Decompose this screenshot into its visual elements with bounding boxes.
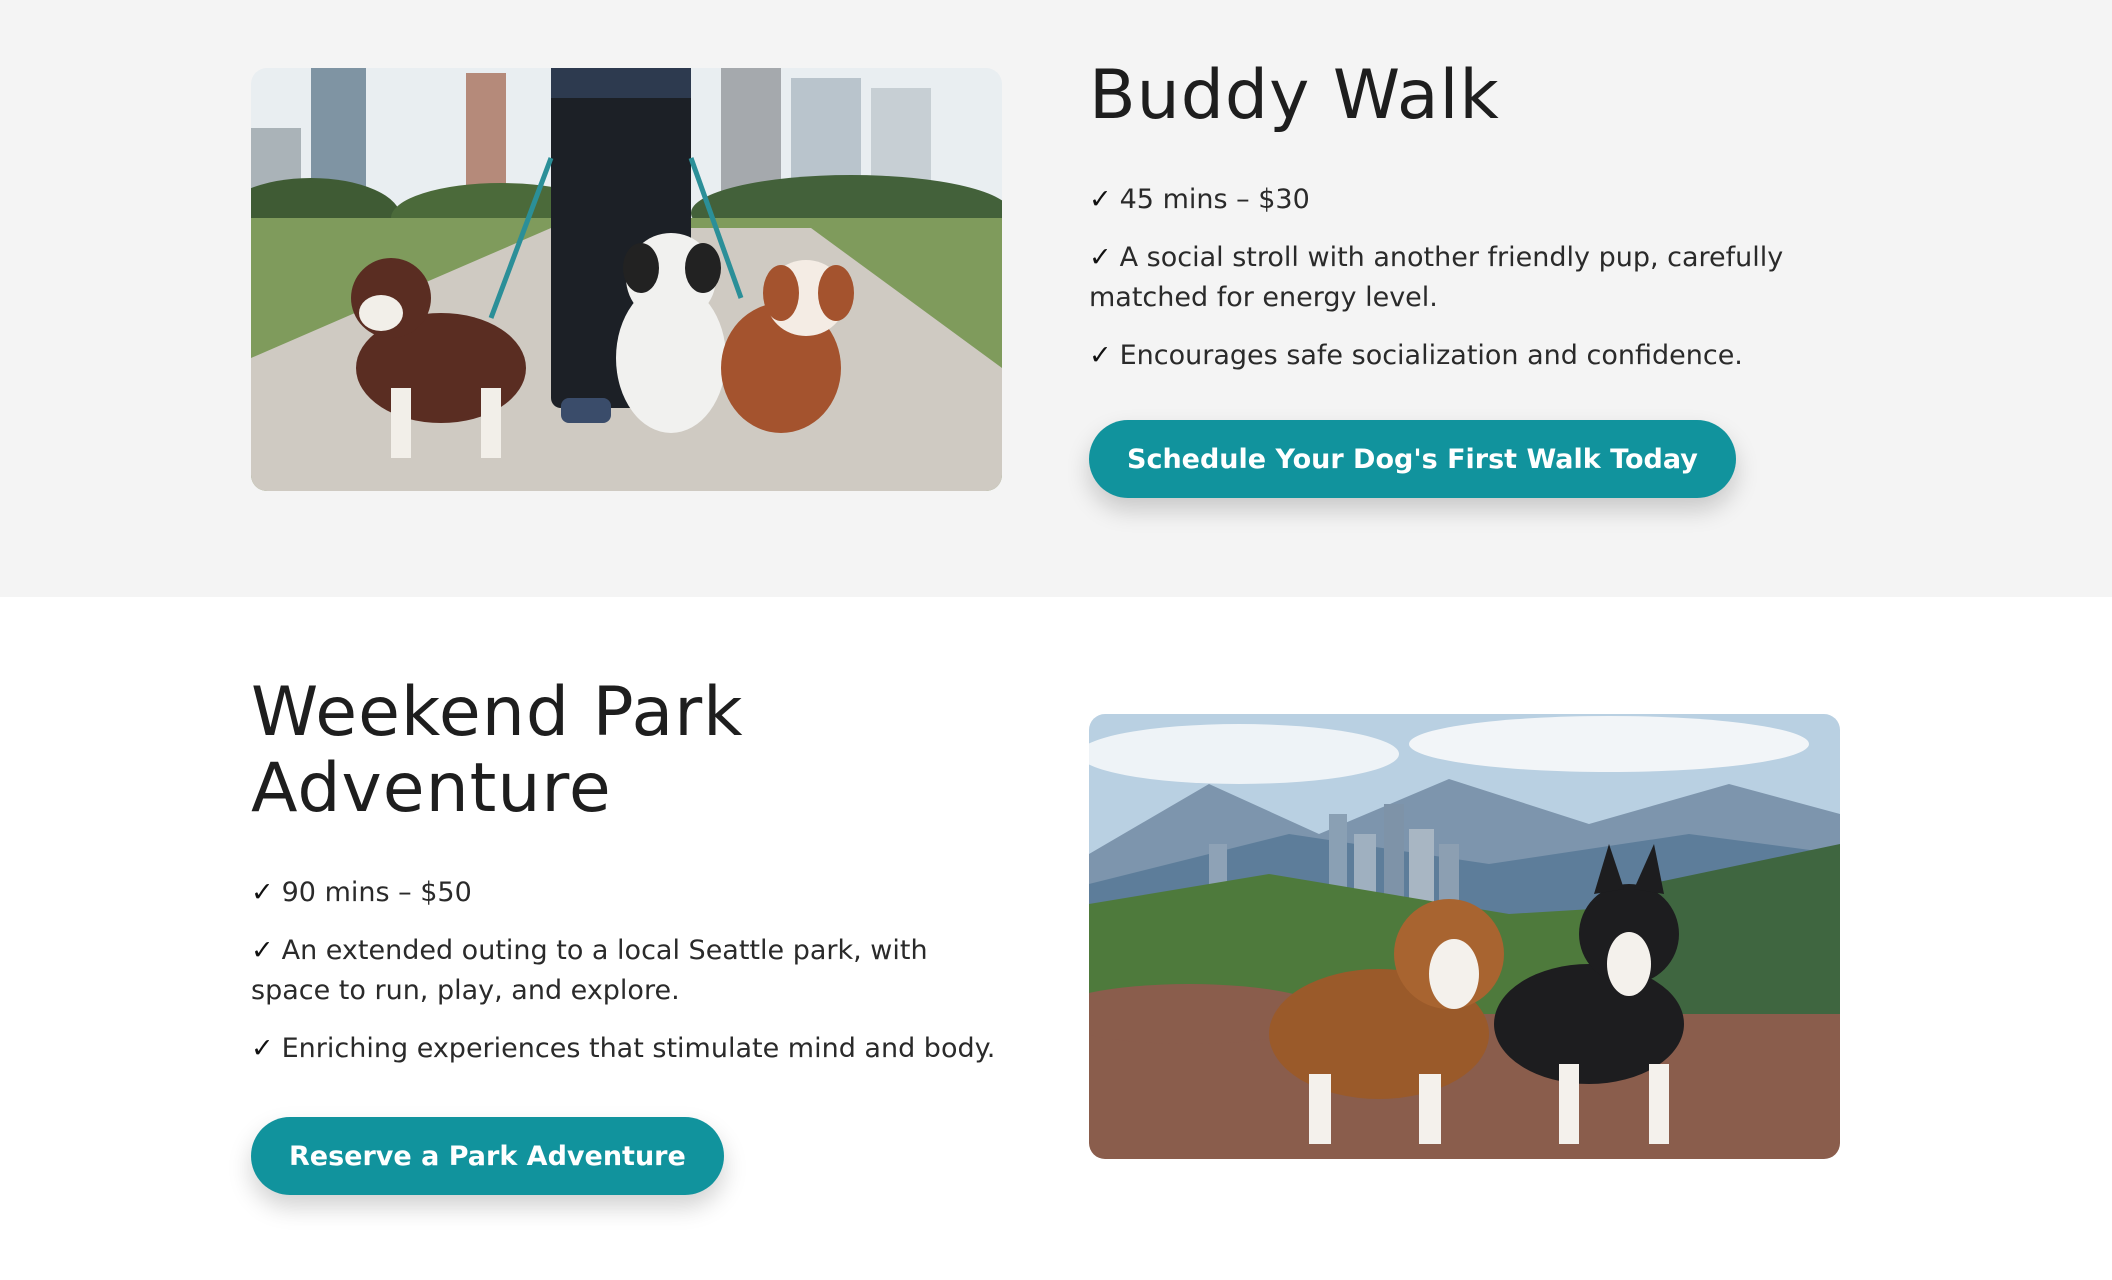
feature-item: ✓ 90 mins – $50 [251, 877, 472, 908]
park-adventure-features: ✓ 90 mins – $50 ✓ An extended outing to a … [251, 873, 1011, 1087]
feature-item: ✓ A social stroll with another friendly p… [1089, 242, 1784, 313]
park-adventure-title: Weekend Park Adventure [251, 673, 744, 828]
check-icon: ✓ [251, 1033, 274, 1064]
park-adventure-photo [1089, 714, 1840, 1159]
reserve-park-adventure-button[interactable]: Reserve a Park Adventure [251, 1117, 724, 1195]
buddy-walk-photo [251, 68, 1002, 491]
buddy-walk-title: Buddy Walk [1089, 56, 1500, 135]
check-icon: ✓ [251, 877, 274, 908]
park-adventure-section: Weekend Park Adventure ✓ 90 mins – $50 ✓ A… [0, 597, 2112, 1280]
check-icon: ✓ [251, 935, 274, 966]
feature-item: ✓ Enriching experiences that stimulate mi… [251, 1033, 996, 1064]
feature-item: ✓ Encourages safe socialization and confi… [1089, 340, 1743, 371]
buddy-walk-section: Buddy Walk ✓ 45 mins – $30 ✓ A social stro… [0, 0, 2112, 597]
check-icon: ✓ [1089, 184, 1112, 215]
check-icon: ✓ [1089, 242, 1112, 273]
buddy-walk-features: ✓ 45 mins – $30 ✓ A social stroll with ano… [1089, 180, 1849, 394]
feature-item: ✓ 45 mins – $30 [1089, 184, 1310, 215]
check-icon: ✓ [1089, 340, 1112, 371]
feature-item: ✓ An extended outing to a local Seattle p… [251, 935, 928, 1006]
schedule-first-walk-button[interactable]: Schedule Your Dog's First Walk Today [1089, 420, 1736, 498]
